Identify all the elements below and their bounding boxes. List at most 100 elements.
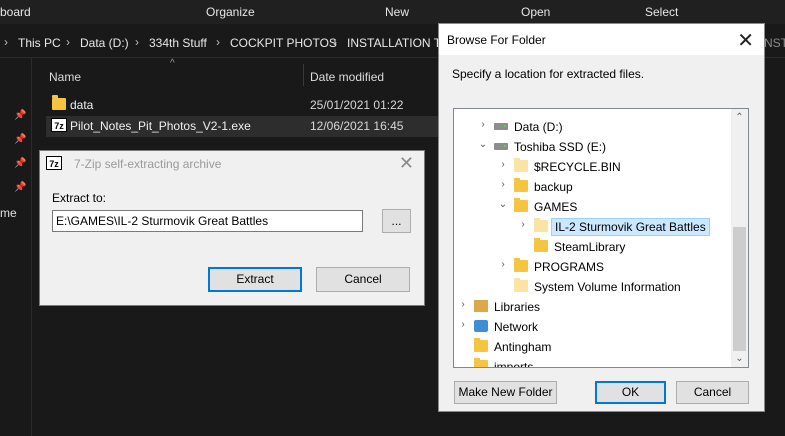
tree-node[interactable]: imports <box>454 356 734 368</box>
instruction-text: Specify a location for extracted files. <box>452 67 645 81</box>
file-row[interactable]: data 25/01/2021 01:22 <box>46 95 442 116</box>
tree-node[interactable]: › Libraries <box>454 296 734 316</box>
tree-node-label: Antingham <box>494 340 552 354</box>
tree-node[interactable]: Antingham <box>454 336 734 356</box>
tree-node[interactable]: › PROGRAMS <box>454 256 734 276</box>
folder-tree[interactable]: › Data (D:) ⌄ Toshiba SSD (E:) › $RECYCLE.BIN… <box>453 108 749 368</box>
folder-icon <box>514 278 528 292</box>
close-icon[interactable]: ✕ <box>399 153 414 174</box>
dialog-title: 7-Zip self-extracting archive <box>74 157 222 171</box>
7zip-exe-icon: 7z <box>51 118 67 132</box>
folder-icon <box>514 178 528 192</box>
chevron-down-icon[interactable]: ⌄ <box>478 139 488 150</box>
extract-to-label: Extract to: <box>52 191 107 205</box>
folder-icon <box>474 338 488 352</box>
folder-icon <box>514 198 528 212</box>
close-icon[interactable]: ✕ <box>737 28 754 53</box>
breadcrumb-this-pc[interactable]: This PC <box>18 36 61 50</box>
sort-up-icon: ^ <box>170 58 175 69</box>
tree-node[interactable]: SteamLibrary <box>454 236 734 256</box>
breadcrumb-334th-stuff[interactable]: 334th Stuff <box>149 36 207 50</box>
pin-icon: 📌 <box>14 110 27 121</box>
breadcrumb-separator-icon: › <box>66 35 70 49</box>
pin-icon: 📌 <box>14 158 27 169</box>
tree-node-label: GAMES <box>534 200 578 214</box>
tree-node[interactable]: › $RECYCLE.BIN <box>454 156 734 176</box>
ribbon-board[interactable]: board <box>0 5 31 19</box>
7zip-extract-dialog: 7z 7-Zip self-extracting archive ✕ Extra… <box>39 150 425 306</box>
tree-node[interactable]: ⌄ GAMES <box>454 196 734 216</box>
scrollbar-thumb[interactable] <box>733 227 746 351</box>
file-date: 12/06/2021 16:45 <box>310 119 404 133</box>
tree-node-label: Data (D:) <box>514 120 563 134</box>
tree-node-label: System Volume Information <box>534 280 681 294</box>
pin-icon: 📌 <box>14 134 27 145</box>
tree-node[interactable]: ⌄ Toshiba SSD (E:) <box>454 136 734 156</box>
cancel-button[interactable]: Cancel <box>676 381 749 404</box>
drive-icon <box>494 143 508 150</box>
tree-node-label: backup <box>534 180 573 194</box>
column-header-name[interactable]: Name <box>49 70 81 84</box>
dialog-title: Browse For Folder <box>447 33 546 47</box>
tree-node[interactable]: › Network <box>454 316 734 336</box>
chevron-right-icon[interactable]: › <box>498 179 508 190</box>
tree-node-label: SteamLibrary <box>554 240 626 254</box>
breadcrumb-cockpit-photos[interactable]: COCKPIT PHOTOS <box>230 36 337 50</box>
tree-node[interactable]: › IL-2 Sturmovik Great Battles <box>454 216 734 236</box>
column-header-date[interactable]: Date modified <box>310 70 384 84</box>
network-icon <box>474 320 488 332</box>
tree-node[interactable]: › backup <box>454 176 734 196</box>
breadcrumb-separator-icon: › <box>333 35 337 49</box>
explorer-ribbon: board Organize New Open Select <box>0 0 785 24</box>
ribbon-new[interactable]: New <box>385 5 409 19</box>
chevron-right-icon[interactable]: › <box>458 299 468 310</box>
tree-node-label: Network <box>494 320 539 334</box>
cancel-button[interactable]: Cancel <box>316 267 410 292</box>
file-date: 25/01/2021 01:22 <box>310 98 404 112</box>
scroll-down-icon[interactable]: ⌄ <box>731 353 748 364</box>
ok-button[interactable]: OK <box>595 381 666 404</box>
tree-node[interactable]: System Volume Information <box>454 276 734 296</box>
tree-node-label: IL-2 Sturmovik Great Battles <box>551 218 710 236</box>
scroll-up-icon[interactable]: ⌃ <box>731 112 748 123</box>
breadcrumb-installation[interactable]: INSTALLATION TF <box>347 36 448 50</box>
folder-icon <box>514 258 528 272</box>
breadcrumb-overflow: NST <box>764 36 785 50</box>
pin-icon: 📌 <box>14 182 27 193</box>
7zip-icon: 7z <box>46 156 62 170</box>
tree-node-label: imports <box>494 360 534 368</box>
libraries-icon <box>474 300 488 312</box>
tree-node-label: PROGRAMS <box>534 260 605 274</box>
chevron-right-icon[interactable]: › <box>518 219 528 230</box>
navigation-pane[interactable]: 📌 📌 📌 📌 me <box>0 58 32 436</box>
extract-path-input[interactable]: E:\GAMES\IL-2 Sturmovik Great Battles <box>52 210 363 232</box>
chevron-right-icon[interactable]: › <box>458 319 468 330</box>
folder-icon <box>514 158 528 172</box>
make-new-folder-button[interactable]: Make New Folder <box>454 381 557 404</box>
nav-partial-label[interactable]: me <box>0 206 17 220</box>
chevron-right-icon[interactable]: › <box>498 159 508 170</box>
folder-icon <box>474 358 488 367</box>
tree-scrollbar[interactable]: ⌃ ⌄ <box>731 109 748 367</box>
drive-icon <box>494 123 508 130</box>
breadcrumb-separator-icon: › <box>135 35 139 49</box>
folder-icon <box>52 95 66 110</box>
chevron-down-icon[interactable]: ⌄ <box>498 199 508 210</box>
chevron-right-icon[interactable]: › <box>478 119 488 130</box>
chevron-right-icon[interactable]: › <box>498 259 508 270</box>
extract-button[interactable]: Extract <box>208 267 302 292</box>
breadcrumb-chevron-icon: › <box>4 35 8 49</box>
column-divider[interactable] <box>303 64 304 86</box>
browse-button[interactable]: ... <box>382 209 411 233</box>
tree-node[interactable]: › Data (D:) <box>454 116 734 136</box>
dialog-titlebar[interactable]: Browse For Folder ✕ <box>439 24 764 55</box>
ribbon-select[interactable]: Select <box>645 5 678 19</box>
folder-icon <box>534 238 548 252</box>
ribbon-organize[interactable]: Organize <box>206 5 255 19</box>
file-row[interactable]: 7z Pilot_Notes_Pit_Photos_V2-1.exe 12/06… <box>46 116 442 137</box>
tree-node-label: Toshiba SSD (E:) <box>514 140 607 154</box>
file-name: Pilot_Notes_Pit_Photos_V2-1.exe <box>70 119 251 133</box>
breadcrumb-data-d[interactable]: Data (D:) <box>80 36 129 50</box>
ribbon-open[interactable]: Open <box>521 5 550 19</box>
tree-node-label: $RECYCLE.BIN <box>534 160 621 174</box>
